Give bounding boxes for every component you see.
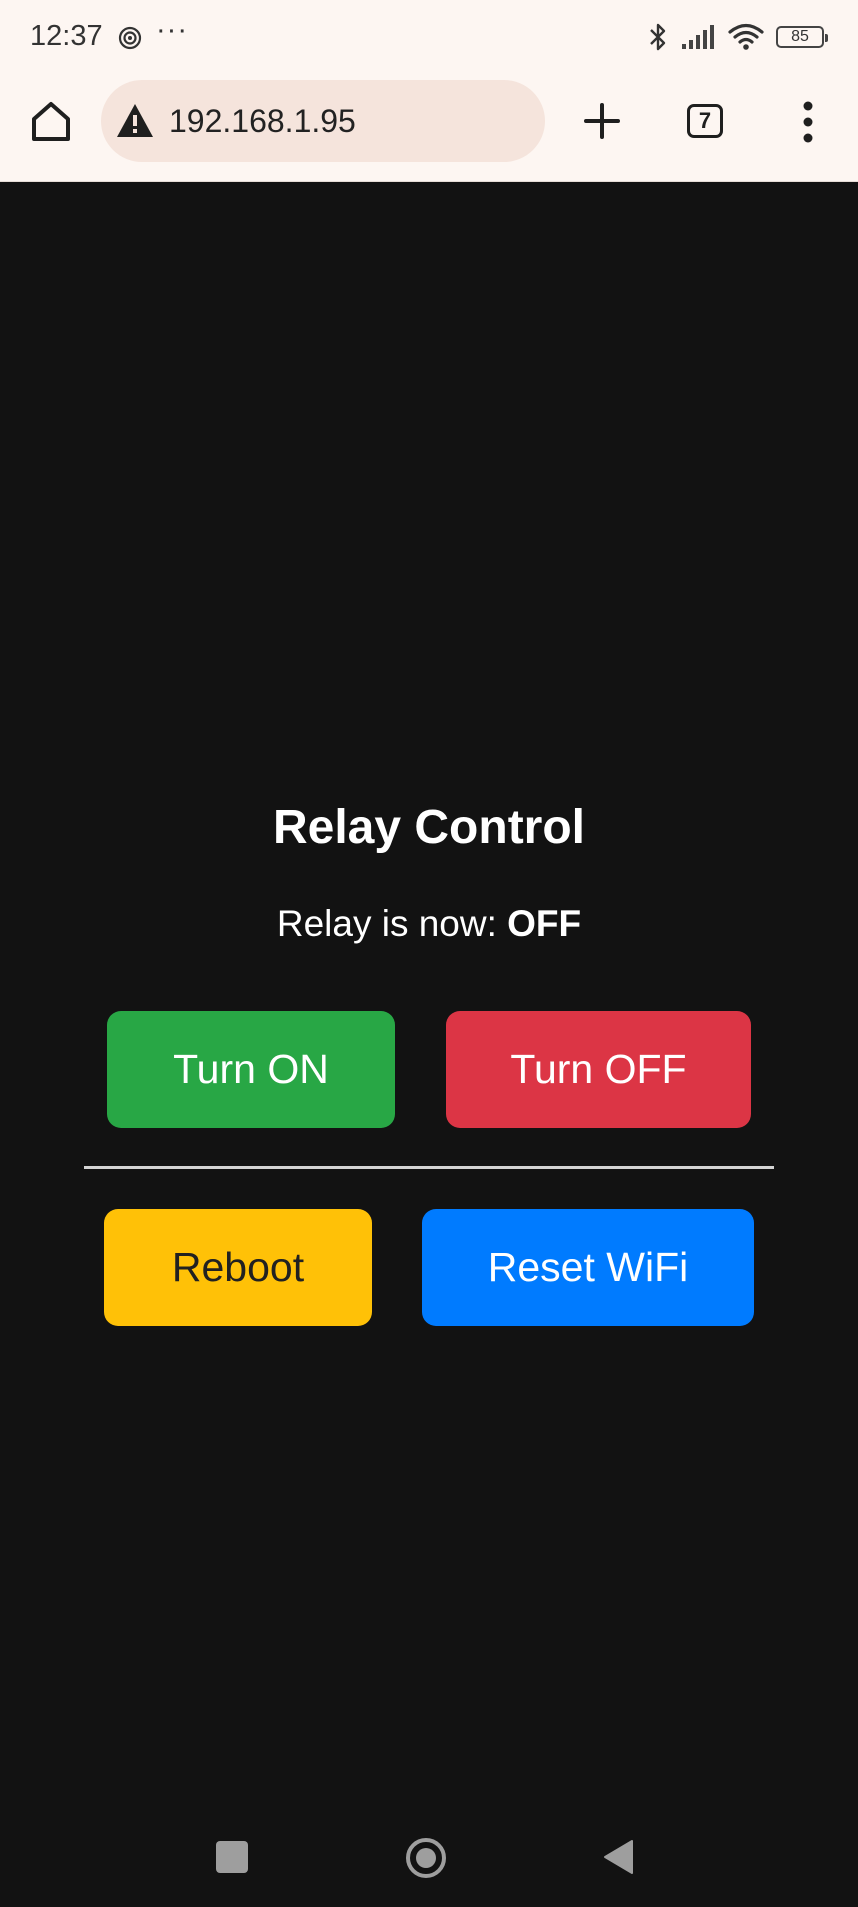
tab-switcher-button[interactable]: 7 — [687, 104, 723, 138]
nav-home-icon[interactable] — [404, 1836, 448, 1880]
page-title: Relay Control — [272, 801, 586, 854]
browser-toolbar: 192.168.1.95 7 — [0, 70, 858, 182]
status-indicators: 85 — [648, 22, 828, 52]
focus-mode-icon — [118, 26, 142, 50]
battery-level: 85 — [791, 28, 809, 45]
status-bar: 12:37 ··· 85 — [0, 0, 858, 70]
screen: 12:37 ··· 85 192.168.1.95 7 Relay Contro… — [0, 0, 858, 1907]
divider — [84, 1166, 774, 1169]
battery-icon: 85 — [776, 26, 828, 48]
recent-apps-icon[interactable] — [216, 1841, 248, 1873]
status-time: 12:37 — [30, 20, 103, 52]
overflow-menu-icon[interactable] — [796, 100, 820, 144]
relay-status-label: Relay is now: — [276, 903, 508, 944]
home-icon[interactable] — [28, 98, 74, 144]
turn-on-button[interactable]: Turn ON — [107, 1011, 395, 1128]
not-secure-warning-icon[interactable] — [115, 101, 155, 141]
tab-count: 7 — [698, 108, 712, 133]
new-tab-icon[interactable] — [582, 101, 622, 141]
url-text[interactable]: 192.168.1.95 — [169, 103, 356, 140]
reboot-button[interactable]: Reboot — [104, 1209, 372, 1326]
turn-off-button[interactable]: Turn OFF — [446, 1011, 751, 1128]
back-icon[interactable] — [602, 1838, 634, 1876]
reset-wifi-button[interactable]: Reset WiFi — [422, 1209, 754, 1326]
relay-status-value: OFF — [507, 903, 582, 944]
address-bar[interactable]: 192.168.1.95 — [101, 80, 545, 162]
signal-icon — [682, 25, 714, 49]
relay-status: Relay is now: OFF — [0, 903, 858, 945]
bluetooth-icon — [650, 23, 666, 51]
more-notifications-icon: ··· — [156, 14, 188, 46]
wifi-icon — [728, 23, 764, 50]
